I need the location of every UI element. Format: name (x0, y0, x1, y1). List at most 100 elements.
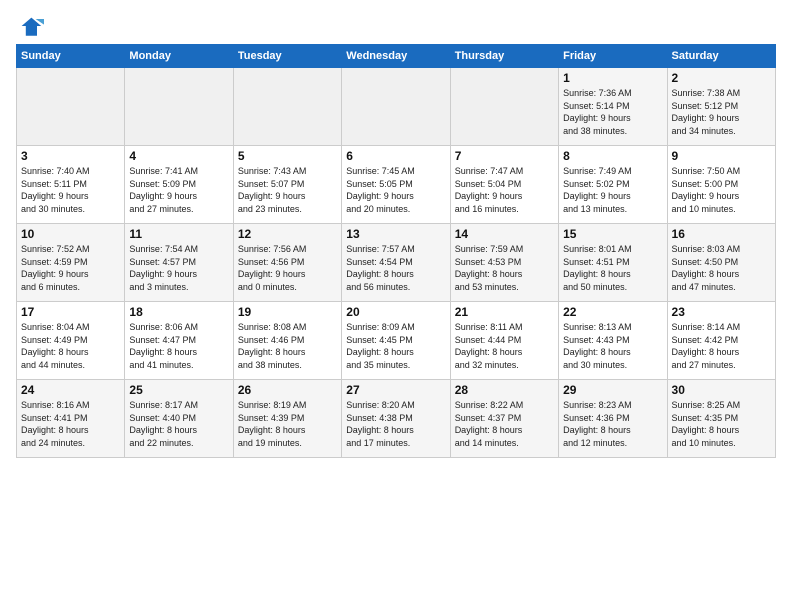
calendar-week-3: 10 Sunrise: 7:52 AM Sunset: 4:59 PM Dayli… (17, 224, 776, 302)
day-info: Sunrise: 8:25 AM Sunset: 4:35 PM Dayligh… (672, 399, 771, 449)
day-number: 1 (563, 71, 662, 85)
calendar-cell: 13 Sunrise: 7:57 AM Sunset: 4:54 PM Dayli… (342, 224, 450, 302)
day-info: Sunrise: 8:13 AM Sunset: 4:43 PM Dayligh… (563, 321, 662, 371)
day-number: 13 (346, 227, 445, 241)
calendar-cell: 1 Sunrise: 7:36 AM Sunset: 5:14 PM Daylig… (559, 68, 667, 146)
day-number: 25 (129, 383, 228, 397)
day-info: Sunrise: 7:49 AM Sunset: 5:02 PM Dayligh… (563, 165, 662, 215)
calendar-cell: 18 Sunrise: 8:06 AM Sunset: 4:47 PM Dayli… (125, 302, 233, 380)
day-info: Sunrise: 8:09 AM Sunset: 4:45 PM Dayligh… (346, 321, 445, 371)
weekday-header-friday: Friday (559, 45, 667, 68)
day-number: 27 (346, 383, 445, 397)
calendar-cell: 14 Sunrise: 7:59 AM Sunset: 4:53 PM Dayli… (450, 224, 558, 302)
day-number: 28 (455, 383, 554, 397)
day-number: 22 (563, 305, 662, 319)
day-number: 9 (672, 149, 771, 163)
day-number: 30 (672, 383, 771, 397)
calendar-week-2: 3 Sunrise: 7:40 AM Sunset: 5:11 PM Daylig… (17, 146, 776, 224)
day-info: Sunrise: 8:04 AM Sunset: 4:49 PM Dayligh… (21, 321, 120, 371)
weekday-header-sunday: Sunday (17, 45, 125, 68)
calendar-cell: 26Sunrise: 8:19 AM Sunset: 4:39 PM Dayli… (233, 380, 341, 458)
calendar-cell: 19Sunrise: 8:08 AM Sunset: 4:46 PM Dayli… (233, 302, 341, 380)
day-number: 3 (21, 149, 120, 163)
day-info: Sunrise: 7:56 AM Sunset: 4:56 PM Dayligh… (238, 243, 337, 293)
day-number: 20 (346, 305, 445, 319)
calendar-cell: 2Sunrise: 7:38 AM Sunset: 5:12 PM Daylig… (667, 68, 775, 146)
calendar-cell: 30 Sunrise: 8:25 AM Sunset: 4:35 PM Dayli… (667, 380, 775, 458)
calendar-cell: 23 Sunrise: 8:14 AM Sunset: 4:42 PM Dayli… (667, 302, 775, 380)
calendar-cell (17, 68, 125, 146)
calendar-cell: 10 Sunrise: 7:52 AM Sunset: 4:59 PM Dayli… (17, 224, 125, 302)
calendar-cell: 21 Sunrise: 8:11 AM Sunset: 4:44 PM Dayli… (450, 302, 558, 380)
day-number: 24 (21, 383, 120, 397)
day-number: 5 (238, 149, 337, 163)
day-info: Sunrise: 7:59 AM Sunset: 4:53 PM Dayligh… (455, 243, 554, 293)
header (16, 12, 776, 40)
day-info: Sunrise: 7:57 AM Sunset: 4:54 PM Dayligh… (346, 243, 445, 293)
day-info: Sunrise: 7:40 AM Sunset: 5:11 PM Dayligh… (21, 165, 120, 215)
calendar-cell: 25 Sunrise: 8:17 AM Sunset: 4:40 PM Dayli… (125, 380, 233, 458)
logo (16, 12, 48, 40)
day-number: 26 (238, 383, 337, 397)
day-number: 2 (672, 71, 771, 85)
day-info: Sunrise: 8:23 AM Sunset: 4:36 PM Dayligh… (563, 399, 662, 449)
weekday-header-tuesday: Tuesday (233, 45, 341, 68)
page: SundayMondayTuesdayWednesdayThursdayFrid… (0, 0, 792, 466)
calendar-cell (342, 68, 450, 146)
day-number: 21 (455, 305, 554, 319)
day-info: Sunrise: 7:45 AM Sunset: 5:05 PM Dayligh… (346, 165, 445, 215)
calendar-cell: 3 Sunrise: 7:40 AM Sunset: 5:11 PM Daylig… (17, 146, 125, 224)
day-number: 7 (455, 149, 554, 163)
weekday-header-wednesday: Wednesday (342, 45, 450, 68)
day-number: 19 (238, 305, 337, 319)
day-info: Sunrise: 7:50 AM Sunset: 5:00 PM Dayligh… (672, 165, 771, 215)
calendar-week-4: 17 Sunrise: 8:04 AM Sunset: 4:49 PM Dayli… (17, 302, 776, 380)
calendar-cell: 27 Sunrise: 8:20 AM Sunset: 4:38 PM Dayli… (342, 380, 450, 458)
day-number: 8 (563, 149, 662, 163)
calendar-cell (125, 68, 233, 146)
day-info: Sunrise: 8:16 AM Sunset: 4:41 PM Dayligh… (21, 399, 120, 449)
calendar-cell: 22 Sunrise: 8:13 AM Sunset: 4:43 PM Dayli… (559, 302, 667, 380)
calendar-cell: 4Sunrise: 7:41 AM Sunset: 5:09 PM Daylig… (125, 146, 233, 224)
weekday-header-row: SundayMondayTuesdayWednesdayThursdayFrid… (17, 45, 776, 68)
day-info: Sunrise: 7:52 AM Sunset: 4:59 PM Dayligh… (21, 243, 120, 293)
day-info: Sunrise: 8:01 AM Sunset: 4:51 PM Dayligh… (563, 243, 662, 293)
day-number: 15 (563, 227, 662, 241)
day-info: Sunrise: 7:47 AM Sunset: 5:04 PM Dayligh… (455, 165, 554, 215)
day-info: Sunrise: 8:11 AM Sunset: 4:44 PM Dayligh… (455, 321, 554, 371)
weekday-header-monday: Monday (125, 45, 233, 68)
day-number: 11 (129, 227, 228, 241)
day-number: 10 (21, 227, 120, 241)
calendar-cell: 5Sunrise: 7:43 AM Sunset: 5:07 PM Daylig… (233, 146, 341, 224)
calendar-table: SundayMondayTuesdayWednesdayThursdayFrid… (16, 44, 776, 458)
calendar-cell: 20 Sunrise: 8:09 AM Sunset: 4:45 PM Dayli… (342, 302, 450, 380)
calendar-cell: 16Sunrise: 8:03 AM Sunset: 4:50 PM Dayli… (667, 224, 775, 302)
day-number: 29 (563, 383, 662, 397)
weekday-header-thursday: Thursday (450, 45, 558, 68)
logo-icon (16, 12, 44, 40)
day-info: Sunrise: 8:03 AM Sunset: 4:50 PM Dayligh… (672, 243, 771, 293)
calendar-cell: 12Sunrise: 7:56 AM Sunset: 4:56 PM Dayli… (233, 224, 341, 302)
calendar-cell: 17 Sunrise: 8:04 AM Sunset: 4:49 PM Dayli… (17, 302, 125, 380)
day-number: 23 (672, 305, 771, 319)
day-info: Sunrise: 8:20 AM Sunset: 4:38 PM Dayligh… (346, 399, 445, 449)
weekday-header-saturday: Saturday (667, 45, 775, 68)
day-number: 4 (129, 149, 228, 163)
calendar-cell: 28 Sunrise: 8:22 AM Sunset: 4:37 PM Dayli… (450, 380, 558, 458)
day-info: Sunrise: 7:36 AM Sunset: 5:14 PM Dayligh… (563, 87, 662, 137)
day-info: Sunrise: 8:17 AM Sunset: 4:40 PM Dayligh… (129, 399, 228, 449)
day-number: 17 (21, 305, 120, 319)
calendar-cell (450, 68, 558, 146)
calendar-week-1: 1 Sunrise: 7:36 AM Sunset: 5:14 PM Daylig… (17, 68, 776, 146)
calendar-cell: 11Sunrise: 7:54 AM Sunset: 4:57 PM Dayli… (125, 224, 233, 302)
calendar-cell: 8 Sunrise: 7:49 AM Sunset: 5:02 PM Daylig… (559, 146, 667, 224)
day-number: 18 (129, 305, 228, 319)
day-info: Sunrise: 8:14 AM Sunset: 4:42 PM Dayligh… (672, 321, 771, 371)
day-number: 14 (455, 227, 554, 241)
calendar-cell (233, 68, 341, 146)
calendar-cell: 9 Sunrise: 7:50 AM Sunset: 5:00 PM Daylig… (667, 146, 775, 224)
calendar-cell: 15 Sunrise: 8:01 AM Sunset: 4:51 PM Dayli… (559, 224, 667, 302)
day-info: Sunrise: 8:22 AM Sunset: 4:37 PM Dayligh… (455, 399, 554, 449)
day-number: 6 (346, 149, 445, 163)
day-info: Sunrise: 8:06 AM Sunset: 4:47 PM Dayligh… (129, 321, 228, 371)
